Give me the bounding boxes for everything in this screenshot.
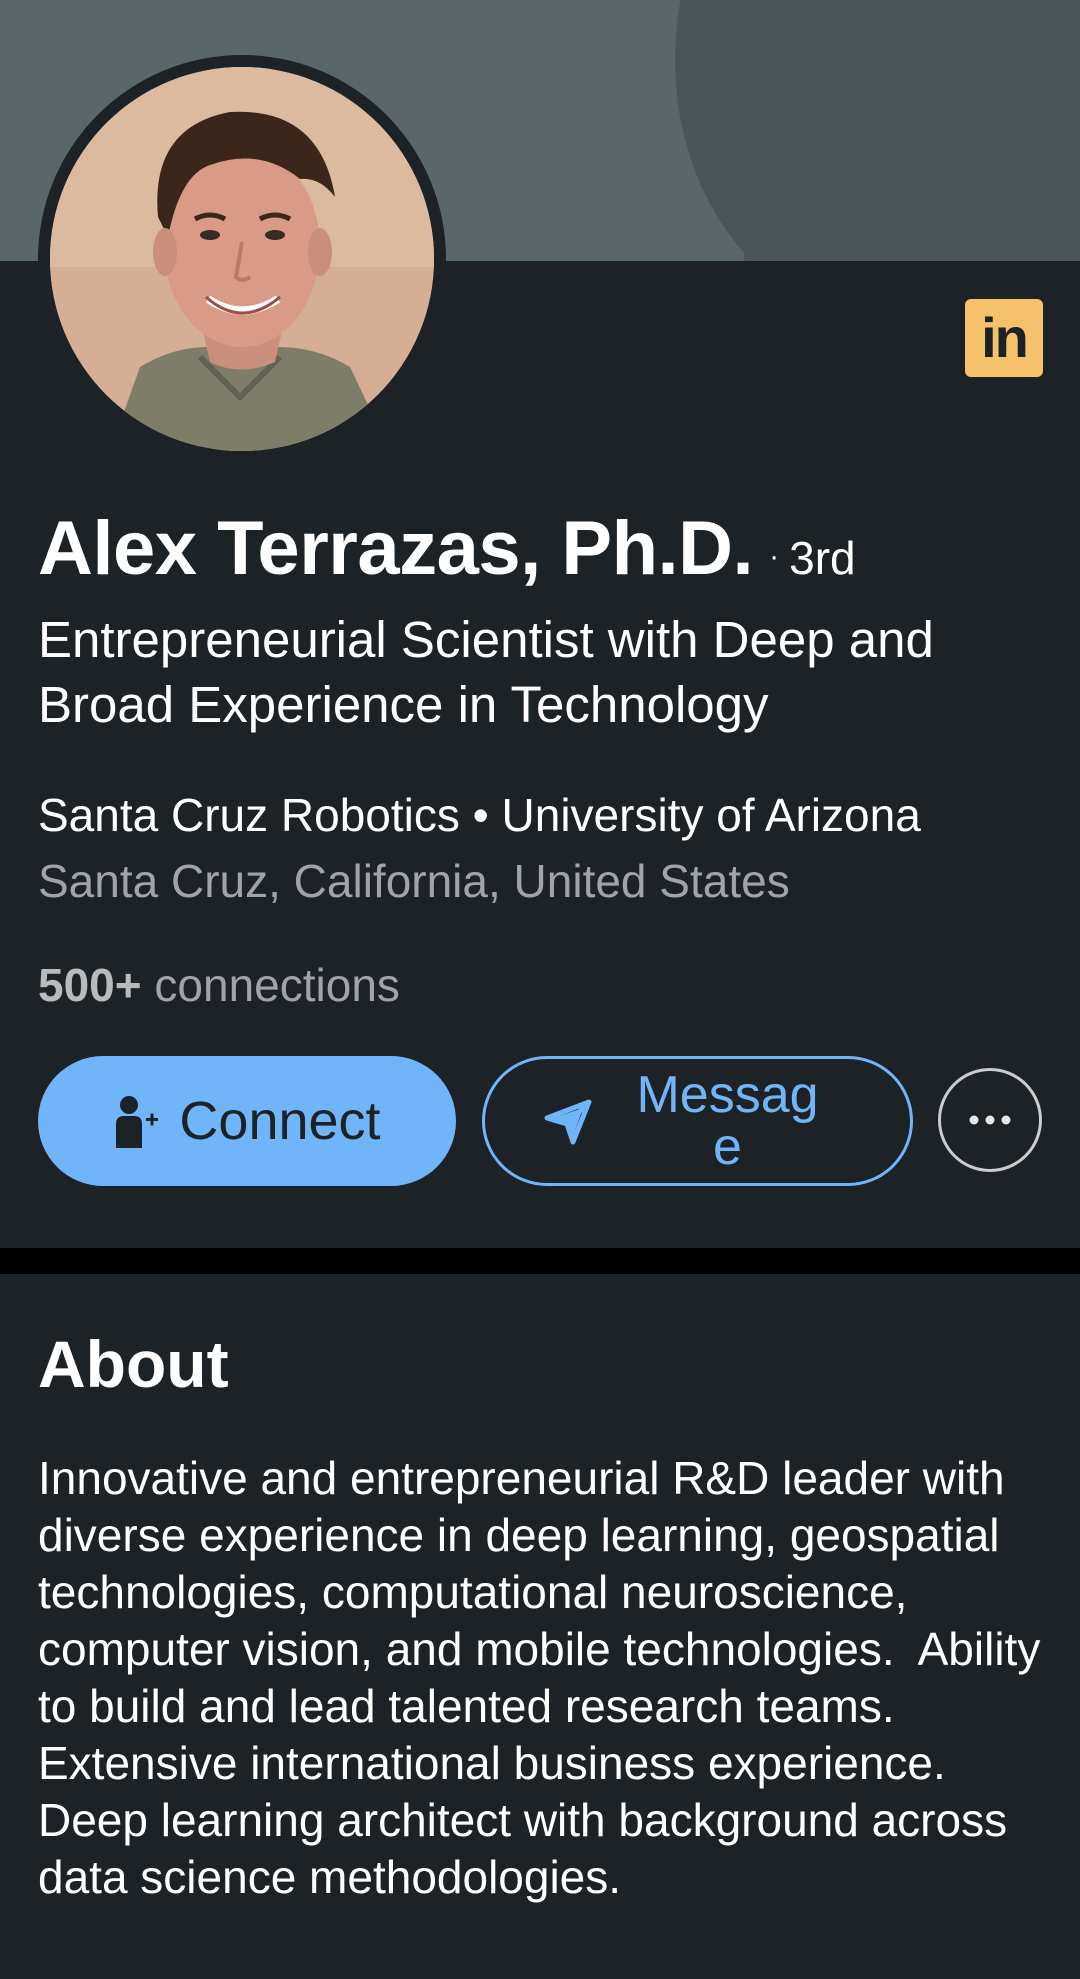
about-text: Innovative and entrepreneurial R&D leade… <box>38 1452 1054 1903</box>
message-label: Message <box>636 1066 819 1176</box>
avatar[interactable] <box>50 67 434 451</box>
connect-label: Connect <box>179 1091 381 1151</box>
profile-name: Alex Terrazas, Ph.D. <box>38 506 754 591</box>
about-title: About <box>38 1327 229 1401</box>
message-button[interactable]: Message <box>482 1056 913 1186</box>
degree-label: 3rd <box>789 532 856 584</box>
more-actions-button[interactable] <box>938 1068 1042 1172</box>
add-person-icon <box>116 1096 159 1148</box>
more-horizontal-icon <box>969 1115 1011 1125</box>
connections-count: 500+ <box>38 959 142 1011</box>
connections-label: connections <box>141 959 400 1011</box>
send-icon <box>544 1099 591 1145</box>
connection-degree: · 3rd <box>769 531 855 585</box>
degree-separator: · <box>769 540 780 573</box>
name-row: Alex Terrazas, Ph.D. · 3rd <box>38 505 856 592</box>
connect-button[interactable]: Connect <box>38 1056 456 1186</box>
about-section: About Innovative and entrepreneurial R&D… <box>0 1274 1080 1979</box>
connections-link[interactable]: 500+ connections <box>38 958 400 1012</box>
company-line[interactable]: Santa Cruz Robotics • University of Ariz… <box>38 788 921 842</box>
profile-page: in Alex Terrazas, Ph.D. · 3rd Entrepreneu… <box>0 0 1080 1979</box>
profile-headline: Entrepreneurial Scientist with Deep and … <box>38 611 934 733</box>
section-divider <box>0 1248 1080 1274</box>
linkedin-badge-icon: in <box>965 299 1043 377</box>
profile-photo <box>50 67 434 451</box>
profile-location: Santa Cruz, California, United States <box>38 855 790 907</box>
